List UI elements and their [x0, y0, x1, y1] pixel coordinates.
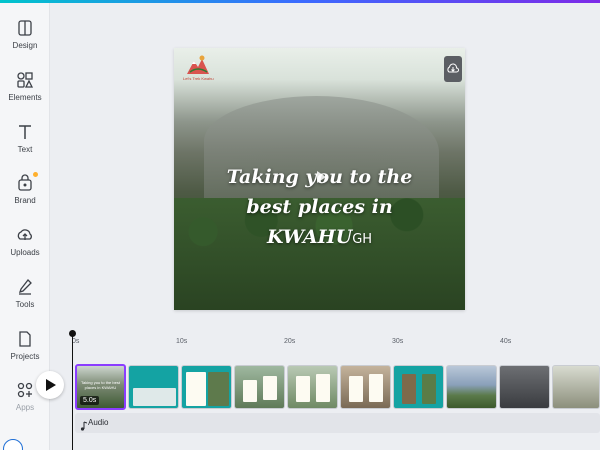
ruler-label: 40s — [500, 338, 512, 345]
timeline-clip[interactable] — [552, 365, 600, 409]
magic-assistant-icon[interactable] — [3, 439, 23, 450]
timeline-clip[interactable] — [446, 365, 497, 409]
ruler-label: 10s — [176, 338, 188, 345]
text-icon — [16, 123, 34, 141]
music-note-icon — [79, 418, 88, 431]
download-icon — [447, 63, 459, 73]
notification-dot — [33, 172, 38, 177]
timeline-clip[interactable] — [340, 365, 391, 409]
video-play-icon[interactable] — [309, 166, 331, 188]
tools-icon — [16, 278, 34, 296]
editor-workspace: Let's Trek Kwahu Taking you to the best … — [36, 3, 600, 450]
design-canvas[interactable]: Let's Trek Kwahu Taking you to the best … — [174, 48, 465, 310]
timeline-clip[interactable] — [393, 365, 444, 409]
video-track: Taking you to the best places in KWAHU 5… — [75, 363, 600, 411]
projects-icon — [16, 330, 34, 348]
sidebar-item-label: Tools — [15, 300, 35, 309]
sidebar-item-text[interactable]: Text — [0, 123, 50, 154]
sidebar-item-elements[interactable]: Elements — [0, 71, 50, 102]
clip-duration: 5.0s — [80, 396, 100, 405]
play-button[interactable] — [36, 371, 64, 399]
sidebar-item-projects[interactable]: Projects — [0, 330, 50, 361]
logo-caption: Let's Trek Kwahu — [183, 76, 214, 81]
playhead-handle[interactable] — [69, 330, 76, 337]
sidebar-item-label: Uploads — [10, 248, 40, 257]
ruler-label: 0s — [72, 338, 80, 345]
sidebar-item-label: Brand — [14, 196, 36, 205]
uploads-icon — [16, 226, 34, 244]
sidebar-item-brand[interactable]: Brand — [0, 172, 50, 205]
elements-icon — [16, 71, 34, 89]
audio-label: Audio — [88, 418, 109, 427]
sidebar-item-label: Elements — [8, 93, 42, 102]
timeline-clip[interactable] — [234, 365, 285, 409]
sidebar-item-tools[interactable]: Tools — [0, 278, 50, 309]
headline-line-2: best places in — [246, 196, 393, 218]
timeline-clip[interactable] — [128, 365, 179, 409]
sidebar-item-label: Apps — [15, 403, 35, 412]
ruler-label: 20s — [284, 338, 296, 345]
timeline-clip[interactable] — [287, 365, 338, 409]
sidebar-item-label: Projects — [10, 352, 40, 361]
timeline-clip[interactable]: Taking you to the best places in KWAHU 5… — [75, 364, 126, 410]
audio-track[interactable]: Audio — [75, 413, 600, 433]
brand-logo: Let's Trek Kwahu — [183, 54, 214, 86]
timeline-clip[interactable] — [499, 365, 550, 409]
download-button[interactable] — [444, 56, 462, 82]
headline-line-3: KWAHU — [266, 226, 353, 248]
timeline-clip[interactable] — [181, 365, 232, 409]
sidebar-item-label: Text — [17, 145, 33, 154]
timeline-ruler[interactable]: 0s 10s 20s 30s 40s — [70, 333, 600, 347]
sidebar-item-label: Design — [12, 41, 38, 50]
sidebar-item-uploads[interactable]: Uploads — [0, 226, 50, 257]
brand-icon — [16, 172, 38, 192]
playhead-line[interactable] — [72, 333, 73, 450]
design-icon — [16, 19, 34, 37]
headline-suffix: GH — [352, 232, 373, 247]
play-icon — [46, 379, 56, 391]
apps-icon — [16, 381, 34, 399]
sidebar-item-design[interactable]: Design — [0, 19, 50, 50]
ruler-label: 30s — [392, 338, 404, 345]
